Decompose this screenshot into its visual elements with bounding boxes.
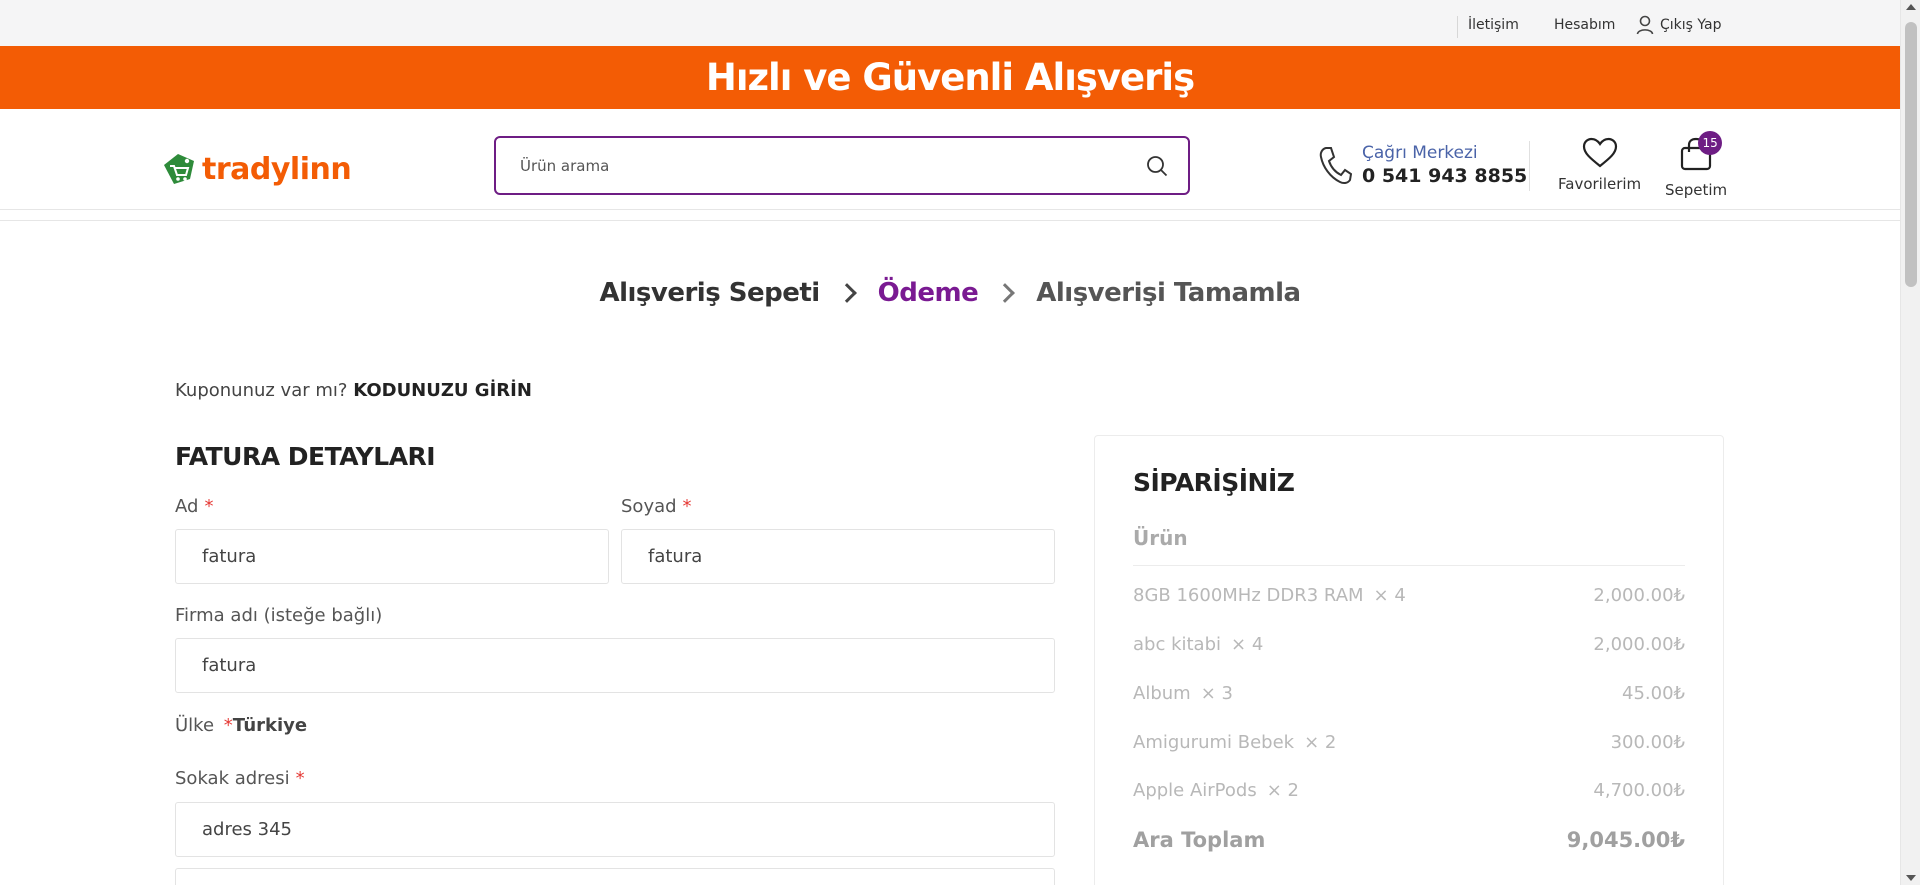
order-item-qty: × 3 [1200, 683, 1233, 704]
enter-coupon-link[interactable]: KODUNUZU GİRİN [353, 380, 532, 401]
topbar-divider [1457, 16, 1458, 38]
country-label: Ülke [175, 715, 215, 736]
search-icon[interactable] [1146, 155, 1168, 177]
heart-icon [1582, 137, 1617, 168]
first-name-field[interactable] [176, 530, 608, 583]
search-input[interactable] [520, 150, 1120, 182]
cart-label: Sepetim [1665, 181, 1728, 199]
street-address-2-field[interactable] [176, 869, 1054, 885]
banner-text: Hızlı ve Güvenli Alışveriş [705, 56, 1195, 99]
street-field-wrap [175, 802, 1055, 857]
cart-button[interactable]: 15 Sepetim [1665, 131, 1728, 199]
scroll-up-arrow-icon[interactable] [1906, 4, 1916, 10]
scroll-down-arrow-icon[interactable] [1906, 875, 1916, 881]
chevron-right-icon [995, 283, 1016, 303]
favorites-label: Favorilerim [1558, 175, 1642, 193]
company-field[interactable] [176, 639, 1054, 692]
header-divider-line [0, 220, 1900, 221]
order-item: Album × 3 45.00₺ [1133, 683, 1685, 704]
step-cart[interactable]: Alışveriş Sepeti [599, 278, 820, 308]
country-row: Ülke *Türkiye [175, 715, 307, 736]
required-mark: * [204, 496, 214, 517]
page-scrollbar[interactable] [1900, 0, 1920, 885]
call-center-number: 0 541 943 8855 [1362, 165, 1528, 187]
favorites-button[interactable]: Favorilerim [1558, 137, 1641, 193]
subtotal-value: 9,045.00₺ [1566, 828, 1685, 852]
last-name-label-text: Soyad [621, 496, 677, 517]
order-item-price: 300.00₺ [1610, 732, 1685, 753]
cart-tag-logo-icon [164, 154, 194, 184]
subtotal-label: Ara Toplam [1133, 828, 1266, 852]
order-item-name: abc kitabi [1133, 634, 1222, 655]
order-item-price: 4,700.00₺ [1593, 780, 1685, 801]
call-center[interactable]: Çağrı Merkezi 0 541 943 8855 [1318, 143, 1527, 187]
required-mark: * [295, 768, 305, 789]
order-item-name: 8GB 1600MHz DDR3 RAM [1133, 585, 1364, 606]
order-item-name: Album [1133, 683, 1191, 704]
order-item-qty: × 4 [1231, 634, 1264, 655]
street-label-text: Sokak adresi [175, 768, 290, 789]
contact-link[interactable]: İletişim [1468, 17, 1519, 33]
chevron-right-icon [836, 283, 857, 303]
last-name-label: Soyad * [621, 496, 692, 517]
order-column-product: Ürün [1133, 526, 1685, 566]
order-item-qty: × 2 [1266, 780, 1299, 801]
call-center-label: Çağrı Merkezi [1362, 143, 1478, 163]
street-address-field[interactable] [176, 803, 1054, 856]
logo[interactable]: tradylinn [160, 151, 352, 187]
step-payment: Ödeme [877, 278, 979, 308]
street-address-2-field-wrap [175, 868, 1055, 885]
order-item-price: 2,000.00₺ [1593, 585, 1685, 606]
first-name-label-text: Ad [175, 496, 199, 517]
order-item: abc kitabi × 4 2,000.00₺ [1133, 634, 1685, 655]
header-divider [1529, 141, 1530, 191]
site-header: tradylinn Çağrı Merkezi 0 541 943 8855 F… [0, 109, 1900, 210]
company-label: Firma adı (isteğe bağlı) [175, 605, 383, 626]
order-item-qty: × 4 [1373, 585, 1406, 606]
required-mark: * [682, 496, 692, 517]
last-name-field[interactable] [622, 530, 1054, 583]
order-item: 8GB 1600MHz DDR3 RAM × 4 2,000.00₺ [1133, 585, 1685, 606]
checkout-steps: Alışveriş Sepeti Ödeme Alışverişi Tamaml… [0, 278, 1900, 308]
last-name-field-wrap [621, 529, 1055, 584]
order-item-name: Apple AirPods [1133, 780, 1257, 801]
logout-button[interactable]: Çıkış Yap [1636, 15, 1722, 35]
top-bar: İletişim Hesabım Çıkış Yap [0, 0, 1900, 46]
company-field-wrap [175, 638, 1055, 693]
scrollbar-thumb[interactable] [1905, 22, 1917, 287]
cart-icon-wrap: 15 [1680, 131, 1723, 175]
phone-icon [1319, 147, 1352, 185]
order-subtotal-row: Ara Toplam 9,045.00₺ [1133, 828, 1685, 852]
account-link[interactable]: Hesabım [1554, 17, 1615, 33]
promo-banner: Hızlı ve Güvenli Alışveriş [0, 46, 1900, 109]
logout-label: Çıkış Yap [1660, 17, 1722, 33]
order-summary: SİPARİŞİNİZ Ürün 8GB 1600MHz DDR3 RAM × 4… [1094, 435, 1724, 885]
order-item-qty: × 2 [1304, 732, 1337, 753]
logo-text: tradylinn [202, 151, 352, 187]
cart-count-badge: 15 [1698, 131, 1723, 155]
order-title: SİPARİŞİNİZ [1133, 468, 1295, 497]
order-item-name: Amigurumi Bebek [1133, 732, 1295, 753]
order-item-price: 2,000.00₺ [1593, 634, 1685, 655]
country-value: Türkiye [232, 715, 308, 736]
billing-title: FATURA DETAYLARI [175, 442, 436, 471]
order-item: Apple AirPods × 2 4,700.00₺ [1133, 780, 1685, 801]
user-icon [1636, 15, 1654, 35]
order-item-price: 45.00₺ [1622, 683, 1685, 704]
coupon-question: Kuponunuz var mı? [175, 380, 348, 401]
street-label: Sokak adresi * [175, 768, 305, 789]
first-name-field-wrap [175, 529, 609, 584]
order-item: Amigurumi Bebek × 2 300.00₺ [1133, 732, 1685, 753]
required-mark: * [223, 715, 233, 736]
coupon-prompt: Kuponunuz var mı? KODUNUZU GİRİN [175, 380, 532, 401]
search-box [494, 136, 1190, 195]
step-complete: Alışverişi Tamamla [1036, 278, 1301, 308]
first-name-label: Ad * [175, 496, 213, 517]
